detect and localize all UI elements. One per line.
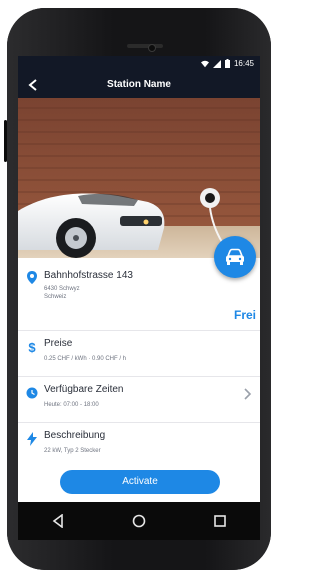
description-title: Beschreibung (44, 430, 106, 441)
signal-icon (212, 59, 221, 68)
android-nav-bar (18, 502, 260, 540)
nav-recents-icon (213, 515, 226, 527)
car-fab-button[interactable] (214, 236, 256, 278)
speaker-grille (127, 44, 163, 48)
status-icons: 16:45 (200, 59, 254, 68)
battery-icon (224, 59, 230, 68)
chevron-right-icon[interactable] (242, 388, 252, 400)
app-bar: Station Name (18, 72, 260, 98)
dollar-icon: $ (26, 340, 38, 354)
activate-button[interactable]: Activate (60, 470, 220, 494)
nav-back-icon (52, 514, 64, 528)
side-button (4, 120, 7, 162)
app-screen: 16:45 Station Name Bahnhofstrasse 143 64… (18, 56, 260, 502)
car-icon (226, 248, 244, 265)
country-text: Schweiz (44, 294, 67, 300)
svg-text:$: $ (28, 340, 36, 354)
times-detail: Heute: 07:00 - 18:00 (44, 402, 99, 408)
prices-detail: 0.25 CHF / kWh · 0.90 CHF / h (44, 356, 127, 362)
street-text: Bahnhofstrasse 143 (44, 270, 133, 281)
times-title: Verfügbare Zeiten (44, 384, 124, 395)
front-camera (148, 44, 156, 52)
station-photo-art (18, 98, 260, 258)
description-detail: 22 kW, Typ 2 Stecker (44, 448, 101, 454)
status-time: 16:45 (233, 59, 254, 68)
clock-icon (26, 386, 38, 400)
lightning-icon (26, 432, 38, 446)
prices-title: Preise (44, 338, 73, 349)
prices-row[interactable]: $ Preise 0.25 CHF / kWh · 0.90 CHF / h (18, 330, 260, 377)
station-photo (18, 98, 260, 258)
availability-status: Frei (233, 308, 256, 322)
times-row[interactable]: Verfügbare Zeiten Heute: 07:00 - 18:00 (18, 376, 260, 423)
location-pin-icon (26, 270, 38, 284)
page-title: Station Name (107, 79, 171, 90)
wifi-icon (200, 60, 209, 67)
nav-home-icon (132, 514, 146, 528)
description-row[interactable]: Beschreibung 22 kW, Typ 2 Stecker (18, 422, 260, 466)
status-bar: 16:45 (18, 56, 260, 72)
nav-back-button[interactable] (46, 509, 70, 533)
nav-recents-button[interactable] (208, 509, 232, 533)
station-details: Bahnhofstrasse 143 6430 Schwyz Schweiz F… (18, 258, 260, 502)
nav-home-button[interactable] (127, 509, 151, 533)
city-text: 6430 Schwyz (44, 286, 80, 292)
